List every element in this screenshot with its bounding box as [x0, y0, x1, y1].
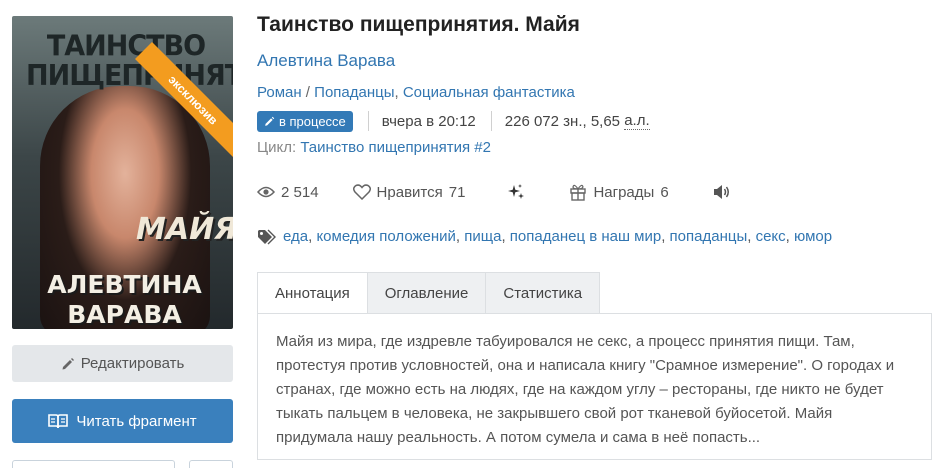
- tag-separator: ,: [747, 228, 756, 245]
- genre-link[interactable]: Роман: [257, 84, 302, 101]
- pencil-icon: [265, 116, 275, 126]
- author-link[interactable]: Алевтина Варава: [257, 51, 395, 71]
- status-badge-label: в процессе: [279, 113, 346, 129]
- edit-button[interactable]: Редактировать: [12, 345, 233, 382]
- tab-annotation[interactable]: Аннотация: [257, 272, 368, 314]
- read-fragment-button[interactable]: Читать фрагмент: [12, 399, 233, 443]
- cycle-info: Цикл: Таинство пищепринятия #2: [257, 139, 491, 156]
- audio-button[interactable]: [713, 184, 731, 200]
- stats-row: 2 514 Нравится 71 Награды 6: [257, 181, 731, 203]
- tab-statistics[interactable]: Статистика: [486, 272, 601, 314]
- sparkle-button[interactable]: [507, 183, 525, 201]
- genre-link[interactable]: Попаданцы: [314, 84, 394, 101]
- divider: [490, 111, 492, 131]
- genre-list: Роман / Попаданцы, Социальная фантастика: [257, 84, 575, 101]
- heart-icon: [352, 184, 371, 200]
- genre-link[interactable]: Социальная фантастика: [403, 84, 575, 101]
- more-button[interactable]: [189, 460, 233, 468]
- book-open-icon: [48, 414, 69, 429]
- tag-link[interactable]: попаданец в наш мир: [510, 228, 661, 245]
- tag-link[interactable]: попаданцы: [670, 228, 748, 245]
- book-size: 226 072 зн., 5,65: [504, 112, 621, 130]
- awards-stat[interactable]: Награды 6: [569, 183, 669, 201]
- gift-icon: [570, 184, 587, 201]
- book-title: Таинство пищепринятия. Майя: [257, 13, 580, 36]
- cover-title-text: ТАИНСТВО ПИЩЕПРИНЯТИЯ: [26, 30, 233, 93]
- awards-label: Награды: [593, 183, 655, 201]
- likes-count: 71: [448, 183, 466, 201]
- secondary-button[interactable]: [12, 460, 175, 468]
- tag-separator: ,: [661, 228, 670, 245]
- tag-separator: ,: [785, 228, 794, 245]
- size-unit[interactable]: а.л.: [624, 112, 650, 130]
- cover-author-text: АЛЕВТИНА ВАРАВА: [47, 270, 202, 329]
- speaker-icon: [713, 185, 729, 199]
- views-stat: 2 514: [257, 184, 319, 201]
- read-fragment-label: Читать фрагмент: [76, 412, 197, 430]
- book-cover[interactable]: ТАИНСТВО ПИЩЕПРИНЯТИЯ МАЙЯ АЛЕВТИНА ВАРА…: [12, 16, 233, 329]
- updated-time: вчера в 20:12: [381, 112, 476, 130]
- tag-link[interactable]: секс: [756, 228, 786, 245]
- tag-link[interactable]: еда: [283, 228, 308, 245]
- cover-subtitle-text: МАЙЯ: [136, 212, 233, 247]
- tag-icon: [258, 229, 276, 244]
- annotation-text: Майя из мира, где издревле табуировался …: [257, 313, 932, 460]
- edit-button-label: Редактировать: [80, 355, 185, 372]
- tag-link[interactable]: юмор: [794, 228, 832, 245]
- awards-count: 6: [660, 183, 669, 201]
- tab-contents[interactable]: Оглавление: [367, 272, 487, 314]
- cycle-link[interactable]: Таинство пищепринятия #2: [300, 139, 491, 156]
- tab-bar: Аннотация Оглавление Статистика: [257, 272, 601, 314]
- eye-icon: [257, 186, 275, 198]
- tag-separator: ,: [308, 228, 317, 245]
- likes-label: Нравится: [376, 183, 443, 201]
- sparkle-icon: [508, 184, 525, 199]
- tag-list: еда, комедия положений, пища, попаданец …: [257, 228, 832, 245]
- status-row: в процессе вчера в 20:12 226 072 зн., 5,…: [257, 110, 650, 132]
- tag-link[interactable]: пища: [464, 228, 501, 245]
- genre-separator: /: [301, 84, 315, 101]
- tag-link[interactable]: комедия положений: [316, 228, 455, 245]
- likes-stat[interactable]: Нравится 71: [352, 183, 466, 201]
- tag-separator: ,: [501, 228, 510, 245]
- views-count: 2 514: [281, 183, 319, 201]
- divider: [367, 111, 369, 131]
- status-badge: в процессе: [257, 110, 353, 132]
- genre-separator: ,: [394, 84, 403, 101]
- pencil-icon: [62, 357, 74, 369]
- tag-separator: ,: [455, 228, 465, 245]
- cycle-label: Цикл:: [257, 139, 297, 156]
